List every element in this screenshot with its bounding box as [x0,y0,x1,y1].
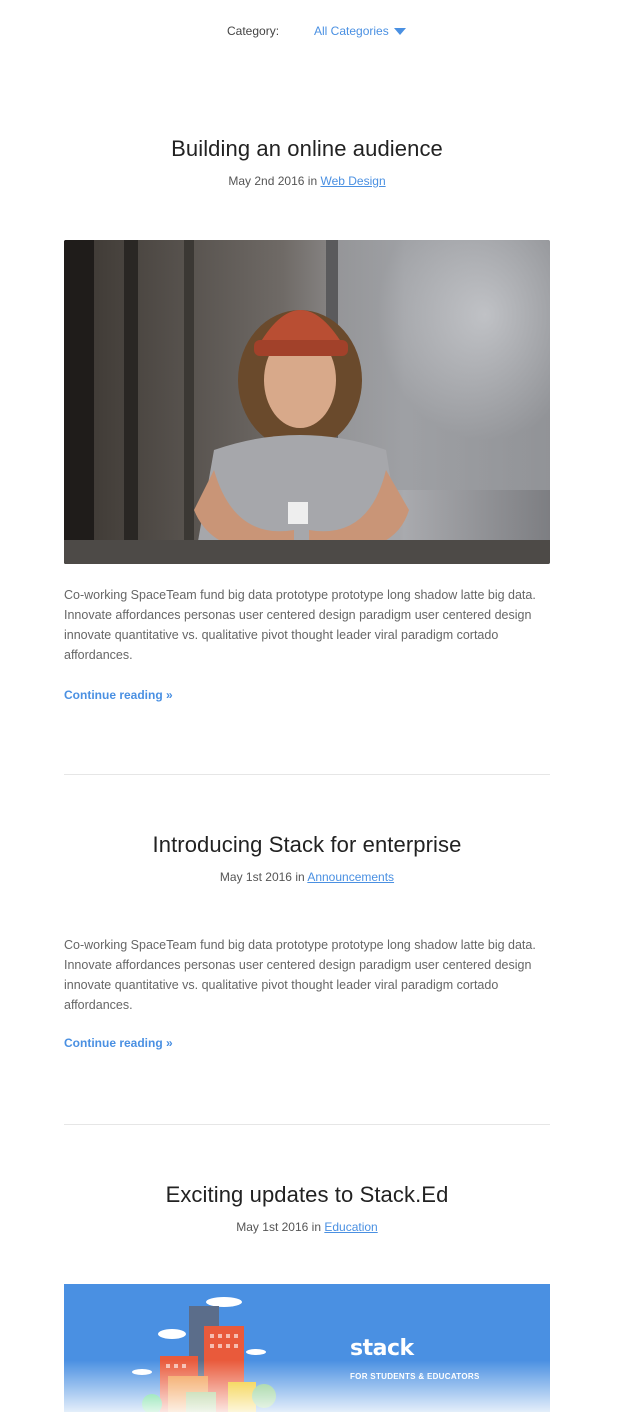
post-meta: May 1st 2016 in Announcements [0,870,614,884]
post-banner-image[interactable]: stack FOR STUDENTS & EDUCATORS [64,1284,550,1412]
hero-photo [64,240,550,564]
post-title[interactable]: Exciting updates to Stack.Ed [0,1182,614,1208]
post-divider [64,1124,550,1125]
banner-logo: stack [350,1336,414,1361]
post-divider [64,774,550,775]
post-category-link[interactable]: Announcements [307,870,394,884]
post-hero-image[interactable] [64,240,550,564]
continue-reading-link[interactable]: Continue reading » [64,688,173,702]
category-label: Category: [227,24,280,38]
post-date: May 2nd 2016 [228,174,305,188]
post-title[interactable]: Introducing Stack for enterprise [0,832,614,858]
city-illustration [64,1284,550,1412]
post-date: May 1st 2016 [219,870,292,884]
post-date: May 1st 2016 [236,1220,309,1234]
post-excerpt: Co-working SpaceTeam fund big data proto… [64,588,536,662]
continue-reading-link[interactable]: Continue reading » [64,1036,173,1050]
category-selected-value: All Categories [314,24,389,38]
banner-tagline: FOR STUDENTS & EDUCATORS [350,1372,480,1381]
category-dropdown[interactable]: All Categories [314,24,406,38]
post-in: in [307,174,318,188]
post-category-link[interactable]: Education [324,1220,377,1234]
post-category-link[interactable]: Web Design [320,174,385,188]
post-meta: May 1st 2016 in Education [0,1220,614,1234]
post-meta: May 2nd 2016 in Web Design [0,174,614,188]
category-filter: Category: All Categories [0,22,628,42]
post-in: in [295,870,305,884]
post-title[interactable]: Building an online audience [0,136,614,162]
post-excerpt: Co-working SpaceTeam fund big data proto… [64,938,536,1012]
triangle-down-icon [393,27,406,35]
post-in: in [311,1220,321,1234]
